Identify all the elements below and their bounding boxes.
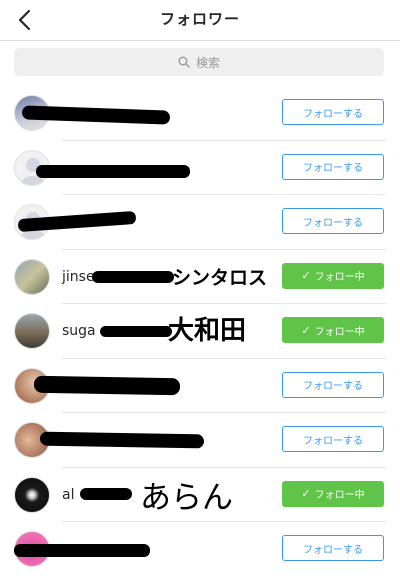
follow-button[interactable]: フォローする: [282, 426, 384, 452]
handwritten-annotation: 大和田: [168, 316, 247, 346]
search-placeholder: 検索: [195, 55, 220, 70]
check-icon: ✓: [301, 487, 311, 500]
username[interactable]: jinse: [62, 269, 95, 285]
avatar[interactable]: [14, 313, 50, 349]
follower-row[interactable]: suga 大和田 ✓ フォロー中: [0, 304, 400, 359]
following-button-label: フォロー中: [314, 490, 365, 501]
following-button[interactable]: ✓ フォロー中: [282, 317, 384, 343]
following-button[interactable]: ✓ フォロー中: [282, 262, 384, 289]
following-button[interactable]: ✓ フォロー中: [282, 480, 384, 507]
follow-button-label: フォローする: [303, 381, 363, 392]
follower-row[interactable]: フォローする: [0, 86, 400, 141]
follower-list: フォローする フォローする フォローする jinse シンタロス ✓フォロー中: [0, 86, 400, 577]
search-input[interactable]: 検索: [14, 48, 384, 76]
follower-row[interactable]: フォローする: [0, 413, 400, 468]
redaction: [39, 431, 205, 449]
redaction: [14, 544, 150, 557]
follower-row[interactable]: jinse シンタロス ✓ フォロー中: [0, 250, 400, 304]
follow-button-label: フォローする: [303, 435, 363, 447]
check-icon: ✓: [301, 269, 311, 282]
follower-row[interactable]: フォローする: [0, 522, 400, 577]
handwritten-annotation: あらん: [140, 479, 233, 516]
following-button-label: フォロー中: [314, 326, 365, 338]
avatar[interactable]: [14, 258, 50, 295]
redaction: [92, 270, 174, 283]
redaction: [33, 375, 181, 395]
follow-button[interactable]: フォローする: [282, 208, 384, 234]
follower-row[interactable]: フォローする: [0, 195, 400, 250]
redaction: [100, 326, 172, 337]
follower-row[interactable]: al あらん ✓ フォロー中: [0, 468, 400, 522]
follow-button[interactable]: フォローする: [282, 371, 384, 398]
search-icon: [178, 56, 190, 68]
follow-button-label: フォローする: [303, 217, 363, 229]
header: フォロワー: [0, 0, 400, 41]
follow-button-label: フォローする: [303, 163, 363, 174]
username[interactable]: al: [62, 487, 74, 503]
follow-button-label: フォローする: [303, 108, 363, 120]
following-button-label: フォロー中: [314, 272, 365, 283]
follow-button[interactable]: フォローする: [282, 99, 384, 125]
redaction: [36, 164, 190, 178]
avatar[interactable]: [14, 476, 50, 513]
follow-button-label: フォローする: [303, 544, 363, 556]
follower-row[interactable]: フォローする: [0, 141, 400, 195]
username[interactable]: suga: [62, 323, 96, 339]
follower-row[interactable]: フォローする: [0, 359, 400, 413]
follow-button[interactable]: フォローする: [282, 153, 384, 180]
redaction: [80, 487, 132, 500]
follow-button[interactable]: フォローする: [282, 535, 384, 561]
check-icon: ✓: [301, 323, 311, 337]
handwritten-annotation: シンタロス: [172, 266, 268, 289]
page-title: フォロワー: [159, 10, 240, 28]
